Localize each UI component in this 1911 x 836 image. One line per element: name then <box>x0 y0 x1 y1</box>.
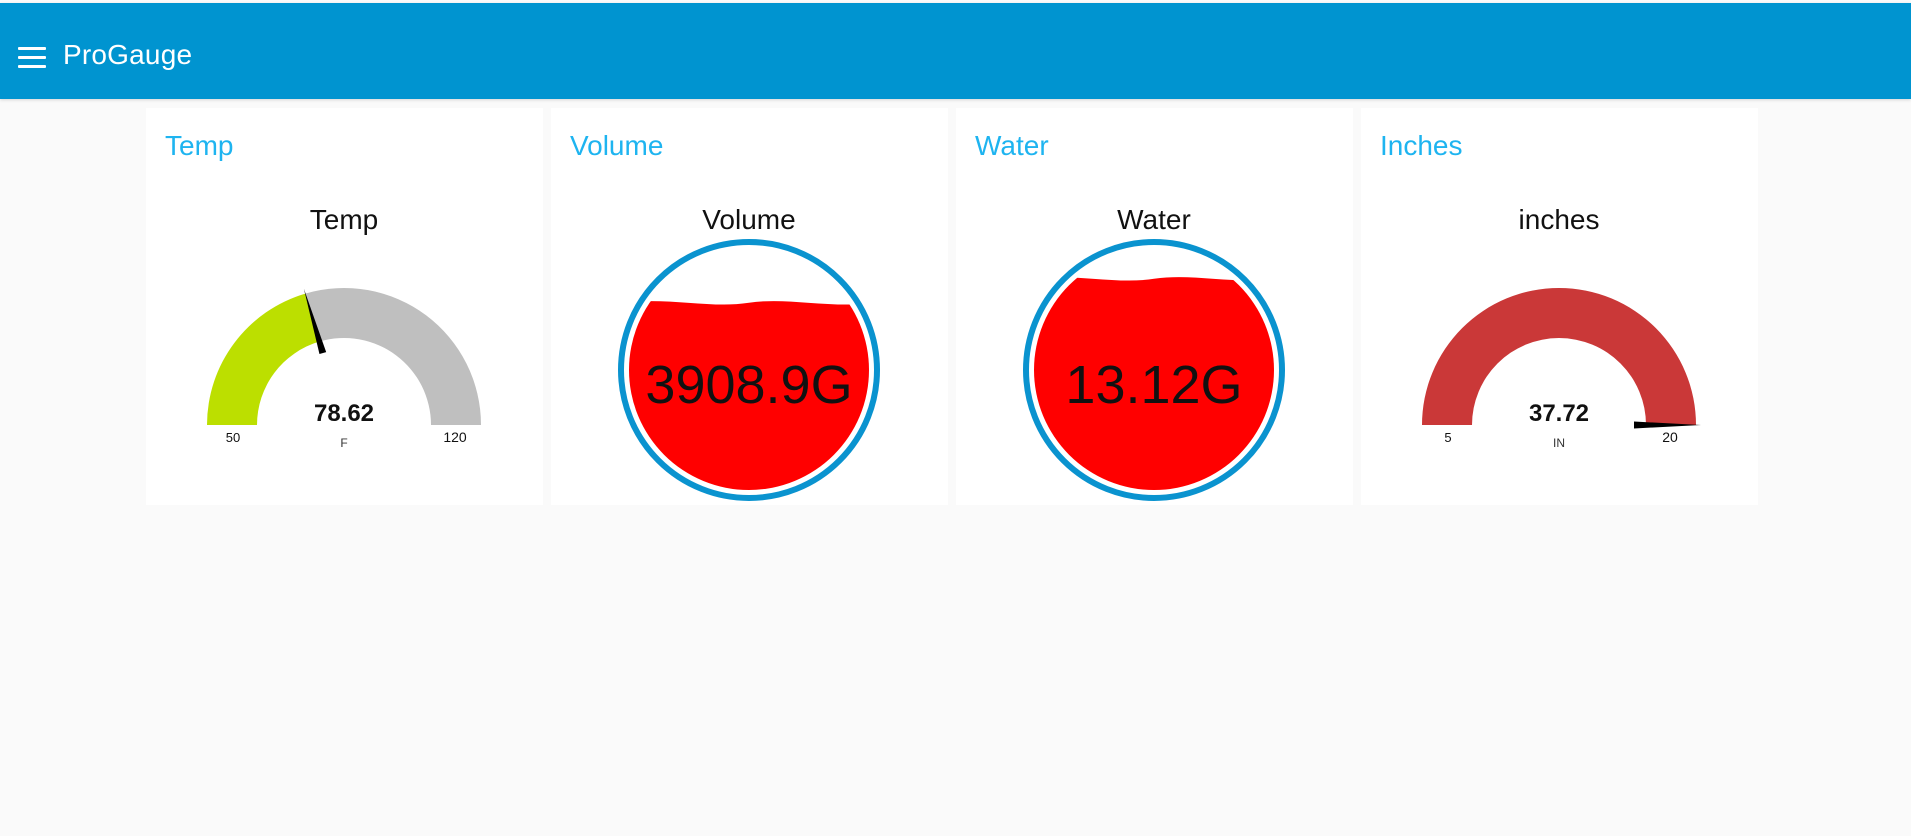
gauge-fill <box>207 293 320 425</box>
temp-gauge: Temp 78.62 F 50 120 <box>207 204 481 450</box>
level-value: 13.12G <box>1065 355 1242 415</box>
water-level-gauge: Water 13.12G <box>1023 204 1285 501</box>
gauge-units: IN <box>1553 436 1565 450</box>
gauge-units: F <box>340 436 347 450</box>
level-value: 3908.9G <box>645 355 852 415</box>
gauge-min-label: 5 <box>1444 430 1451 445</box>
gauge-value: 37.72 <box>1529 400 1589 427</box>
gauge-label: inches <box>1519 204 1600 235</box>
app-header: ProGauge <box>0 3 1911 99</box>
volume-level-gauge: Volume 3908.9G <box>618 204 880 501</box>
level-label: Water <box>1117 204 1191 235</box>
card-volume: Volume Volume 3908.9G <box>551 108 948 505</box>
hamburger-menu-icon[interactable] <box>18 47 46 69</box>
card-water: Water Water 13.12G <box>956 108 1353 505</box>
level-label: Volume <box>702 204 795 235</box>
inches-gauge: inches 37.72 IN 5 20 <box>1422 204 1701 450</box>
card-inches: Inches inches 37.72 IN 5 20 <box>1361 108 1758 505</box>
gauge-min-label: 50 <box>226 430 240 445</box>
gauge-label: Temp <box>310 204 378 235</box>
gauge-max-label: 20 <box>1662 429 1678 445</box>
app-title: ProGauge <box>63 39 193 70</box>
card-temp: Temp Temp 78.62 F 50 120 <box>146 108 543 505</box>
gauge-value: 78.62 <box>314 400 374 427</box>
gauge-max-label: 120 <box>443 429 467 445</box>
